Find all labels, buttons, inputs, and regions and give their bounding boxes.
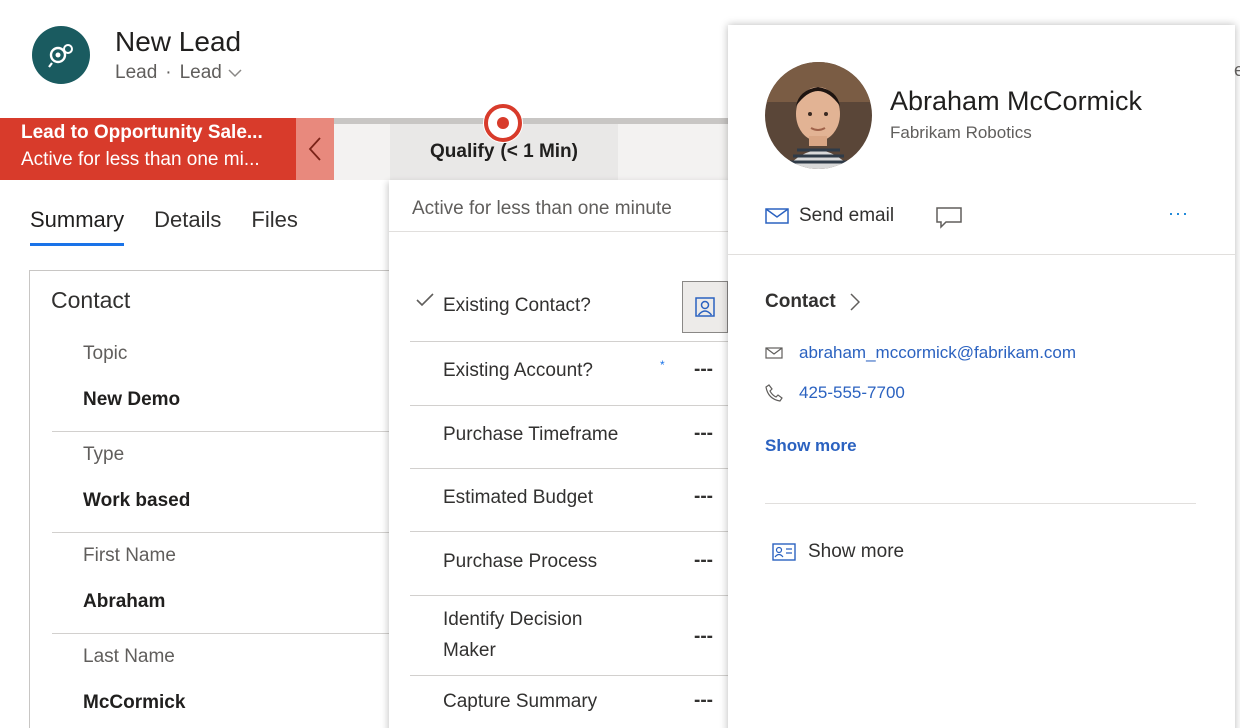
field-last-name[interactable]: Last Name McCormick <box>52 634 400 728</box>
chat-icon[interactable] <box>936 207 962 229</box>
field-label: First Name <box>83 545 176 566</box>
page-title: New Lead <box>115 26 242 57</box>
step-value[interactable]: --- <box>694 626 713 648</box>
field-type[interactable]: Type Work based <box>52 432 400 533</box>
contact-section-title: Contact <box>765 291 836 312</box>
step-identify-decision-maker[interactable]: Identify Decision Maker --- <box>410 596 734 676</box>
show-more-link[interactable]: Show more <box>765 436 857 456</box>
step-purchase-process[interactable]: Purchase Process --- <box>410 532 734 596</box>
tab-files[interactable]: Files <box>251 207 297 246</box>
contact-card-icon <box>695 297 715 317</box>
step-label: Existing Account? <box>443 360 593 381</box>
step-label: Purchase Timeframe <box>443 424 619 445</box>
contact-email-link[interactable]: abraham_mccormick@fabrikam.com <box>799 343 1076 363</box>
step-label: Estimated Budget <box>443 487 593 508</box>
step-purchase-timeframe[interactable]: Purchase Timeframe --- <box>410 406 734 469</box>
step-label: Capture Summary <box>443 691 598 712</box>
stage-flyout: Active for less than one minute Existing… <box>389 180 734 728</box>
show-more-button[interactable]: Show more <box>772 541 904 563</box>
field-label: Last Name <box>83 646 175 667</box>
step-label: Existing Contact? <box>443 295 591 316</box>
step-estimated-budget[interactable]: Estimated Budget --- <box>410 469 734 532</box>
chevron-down-icon <box>228 69 242 78</box>
divider <box>728 254 1235 255</box>
field-value[interactable]: Abraham <box>83 591 165 613</box>
contact-section-header[interactable]: Contact <box>765 291 860 313</box>
step-value[interactable]: --- <box>694 550 713 572</box>
required-marker: * <box>660 358 665 372</box>
field-value[interactable]: McCormick <box>83 692 185 714</box>
contact-card: Abraham McCormick Fabrikam Robotics Send… <box>728 25 1235 728</box>
contact-avatar <box>765 62 872 169</box>
show-more-label: Show more <box>808 541 905 562</box>
mail-icon <box>765 208 789 224</box>
field-value[interactable]: New Demo <box>83 389 180 411</box>
lead-gear-icon <box>48 44 73 68</box>
step-label: Identify Decision Maker <box>443 609 583 661</box>
contact-phone-row: 425-555-7700 <box>765 383 905 403</box>
active-stage-target-icon <box>483 103 523 143</box>
record-avatar <box>32 26 90 84</box>
contact-company: Fabrikam Robotics <box>890 123 1032 142</box>
step-label: Purchase Process <box>443 551 598 572</box>
send-email-label: Send email <box>799 205 895 226</box>
contact-section: Contact Topic New Demo Type Work based F… <box>29 270 400 728</box>
process-duration: Active for less than one mi... <box>21 149 260 170</box>
contact-lookup-button[interactable] <box>682 281 728 333</box>
chevron-left-icon <box>308 137 321 161</box>
process-collapse-button[interactable] <box>296 118 334 180</box>
section-title: Contact <box>51 287 131 313</box>
process-name-block[interactable]: Lead to Opportunity Sale... Active for l… <box>0 118 296 180</box>
stage-time: (< 1 Min) <box>500 141 578 162</box>
entity-separator: · <box>165 62 172 83</box>
step-existing-account[interactable]: Existing Account? * --- <box>410 342 734 406</box>
field-first-name[interactable]: First Name Abraham <box>52 533 400 634</box>
form-selector[interactable]: Lead <box>180 62 242 84</box>
field-value[interactable]: Work based <box>83 490 190 512</box>
tab-summary[interactable]: Summary <box>30 207 125 246</box>
contact-phone-link[interactable]: 425-555-7700 <box>799 383 905 403</box>
step-value[interactable]: --- <box>694 359 713 381</box>
mail-icon <box>765 347 783 359</box>
phone-icon <box>765 384 783 402</box>
contact-name: Abraham McCormick <box>890 86 1143 116</box>
chevron-right-icon <box>850 293 860 311</box>
field-label: Topic <box>83 343 128 364</box>
step-value[interactable]: --- <box>694 486 713 508</box>
step-value[interactable]: --- <box>694 690 713 712</box>
contact-email-row: abraham_mccormick@fabrikam.com <box>765 343 1076 363</box>
divider <box>389 231 734 232</box>
header-subtitle: Lead · Lead <box>115 62 242 84</box>
step-value[interactable]: --- <box>694 423 713 445</box>
send-email-button[interactable]: Send email <box>765 205 894 227</box>
form-tabs: Summary Details Files <box>30 207 298 246</box>
contact-card-icon <box>772 543 796 561</box>
process-name: Lead to Opportunity Sale... <box>21 122 263 143</box>
step-capture-summary[interactable]: Capture Summary --- <box>410 676 734 728</box>
divider <box>765 503 1196 504</box>
stage-active-time: Active for less than one minute <box>412 198 672 219</box>
stage-label: Qualify <box>430 141 495 162</box>
checkmark-icon <box>416 293 434 307</box>
more-options-icon[interactable]: ··· <box>1168 203 1189 224</box>
tab-details[interactable]: Details <box>154 207 221 246</box>
entity-name: Lead <box>115 62 158 83</box>
form-name: Lead <box>179 62 222 83</box>
field-label: Type <box>83 444 125 465</box>
person-photo <box>765 62 872 169</box>
clipped-text-fragment: e <box>1234 60 1240 80</box>
field-topic[interactable]: Topic New Demo <box>52 331 400 432</box>
